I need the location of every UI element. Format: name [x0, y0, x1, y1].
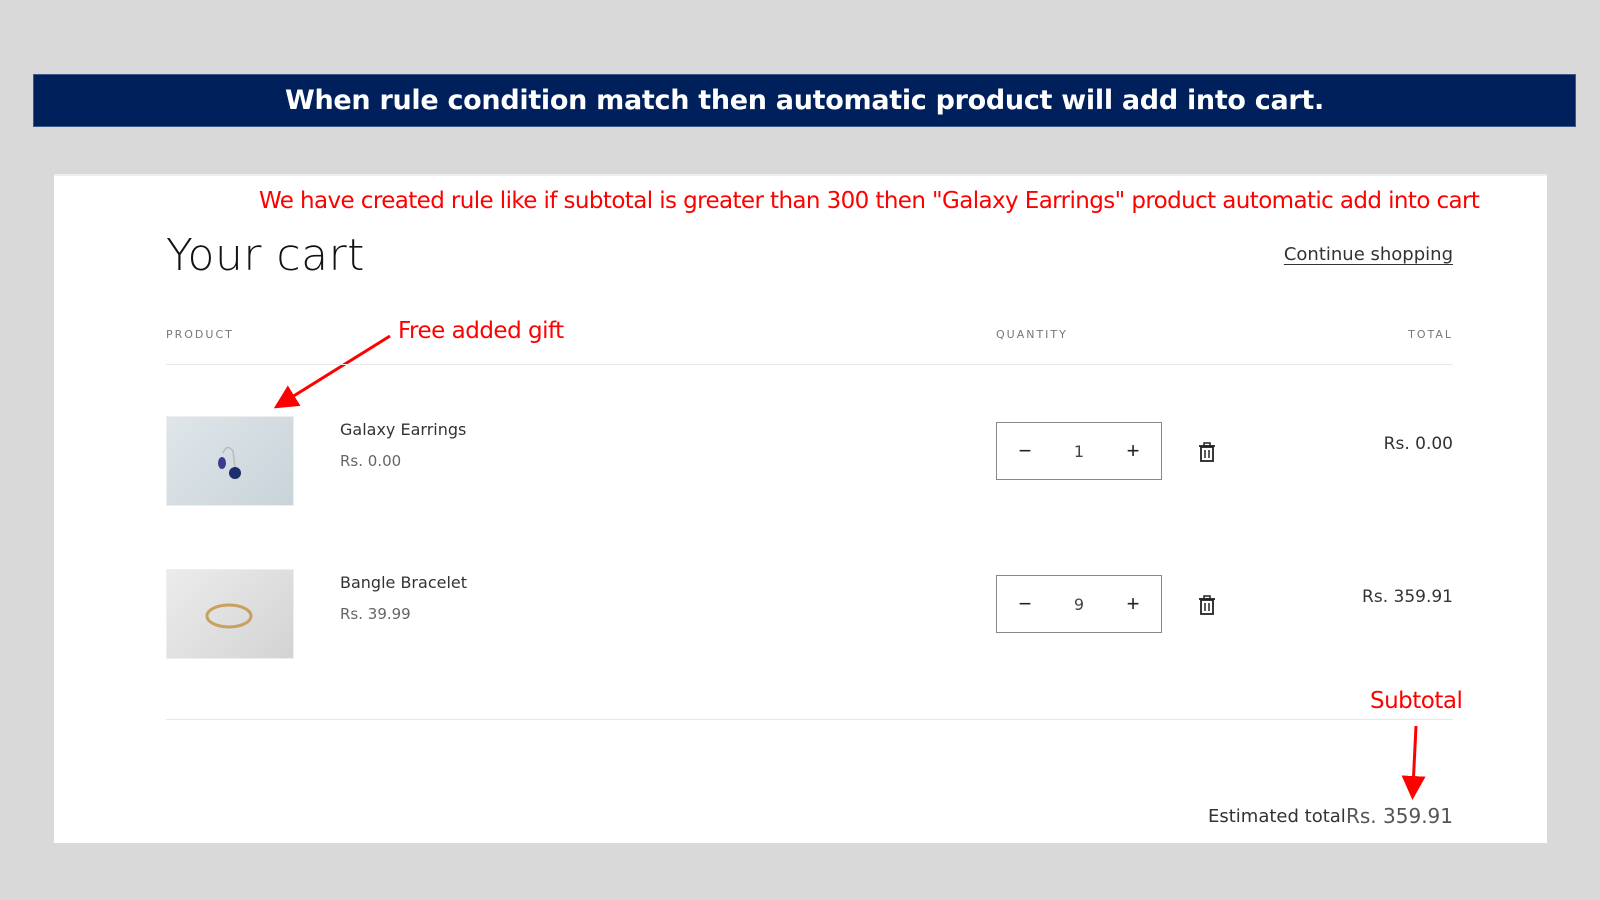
- header-divider: [166, 364, 1453, 365]
- increment-button[interactable]: +: [1123, 438, 1143, 464]
- quantity-input[interactable]: 9: [1074, 595, 1084, 614]
- banner-text: When rule condition match then automatic…: [285, 85, 1324, 116]
- cart-item-row: Galaxy Earrings Rs. 0.00 − 1 + Rs. 0.00: [166, 416, 1453, 508]
- estimated-total-value: Rs. 359.91: [1345, 804, 1453, 828]
- column-header-total: TOTAL: [1408, 328, 1453, 341]
- subtotal-arrow-icon: [1401, 725, 1426, 800]
- product-price: Rs. 0.00: [340, 452, 402, 470]
- trash-icon[interactable]: [1198, 442, 1216, 462]
- free-gift-annotation: Free added gift: [398, 318, 564, 344]
- title-banner: When rule condition match then automatic…: [33, 74, 1576, 127]
- page-title: Your cart: [166, 230, 365, 281]
- continue-shopping-link[interactable]: Continue shopping: [1284, 244, 1453, 265]
- product-name[interactable]: Galaxy Earrings: [340, 420, 466, 439]
- quantity-stepper: − 1 +: [996, 422, 1162, 480]
- rule-annotation: We have created rule like if subtotal is…: [259, 188, 1480, 214]
- footer-divider: [166, 719, 1453, 720]
- estimated-total-label: Estimated total: [1208, 806, 1346, 827]
- earrings-image[interactable]: [166, 416, 294, 506]
- product-price: Rs. 39.99: [340, 605, 411, 623]
- subtotal-annotation: Subtotal: [1370, 688, 1463, 714]
- column-header-quantity: QUANTITY: [996, 328, 1068, 341]
- free-gift-arrow-icon: [273, 334, 391, 409]
- cart-panel: We have created rule like if subtotal is…: [54, 174, 1547, 843]
- line-total: Rs. 359.91: [1362, 587, 1453, 607]
- quantity-stepper: − 9 +: [996, 575, 1162, 633]
- column-header-product: PRODUCT: [166, 328, 234, 341]
- quantity-input[interactable]: 1: [1074, 442, 1084, 461]
- product-name[interactable]: Bangle Bracelet: [340, 573, 467, 592]
- increment-button[interactable]: +: [1123, 591, 1143, 617]
- trash-icon[interactable]: [1198, 595, 1216, 615]
- cart-item-row: Bangle Bracelet Rs. 39.99 − 9 + Rs. 359.…: [166, 569, 1453, 661]
- line-total: Rs. 0.00: [1383, 434, 1453, 454]
- decrement-button[interactable]: −: [1015, 438, 1035, 464]
- decrement-button[interactable]: −: [1015, 591, 1035, 617]
- bracelet-image[interactable]: [166, 569, 294, 659]
